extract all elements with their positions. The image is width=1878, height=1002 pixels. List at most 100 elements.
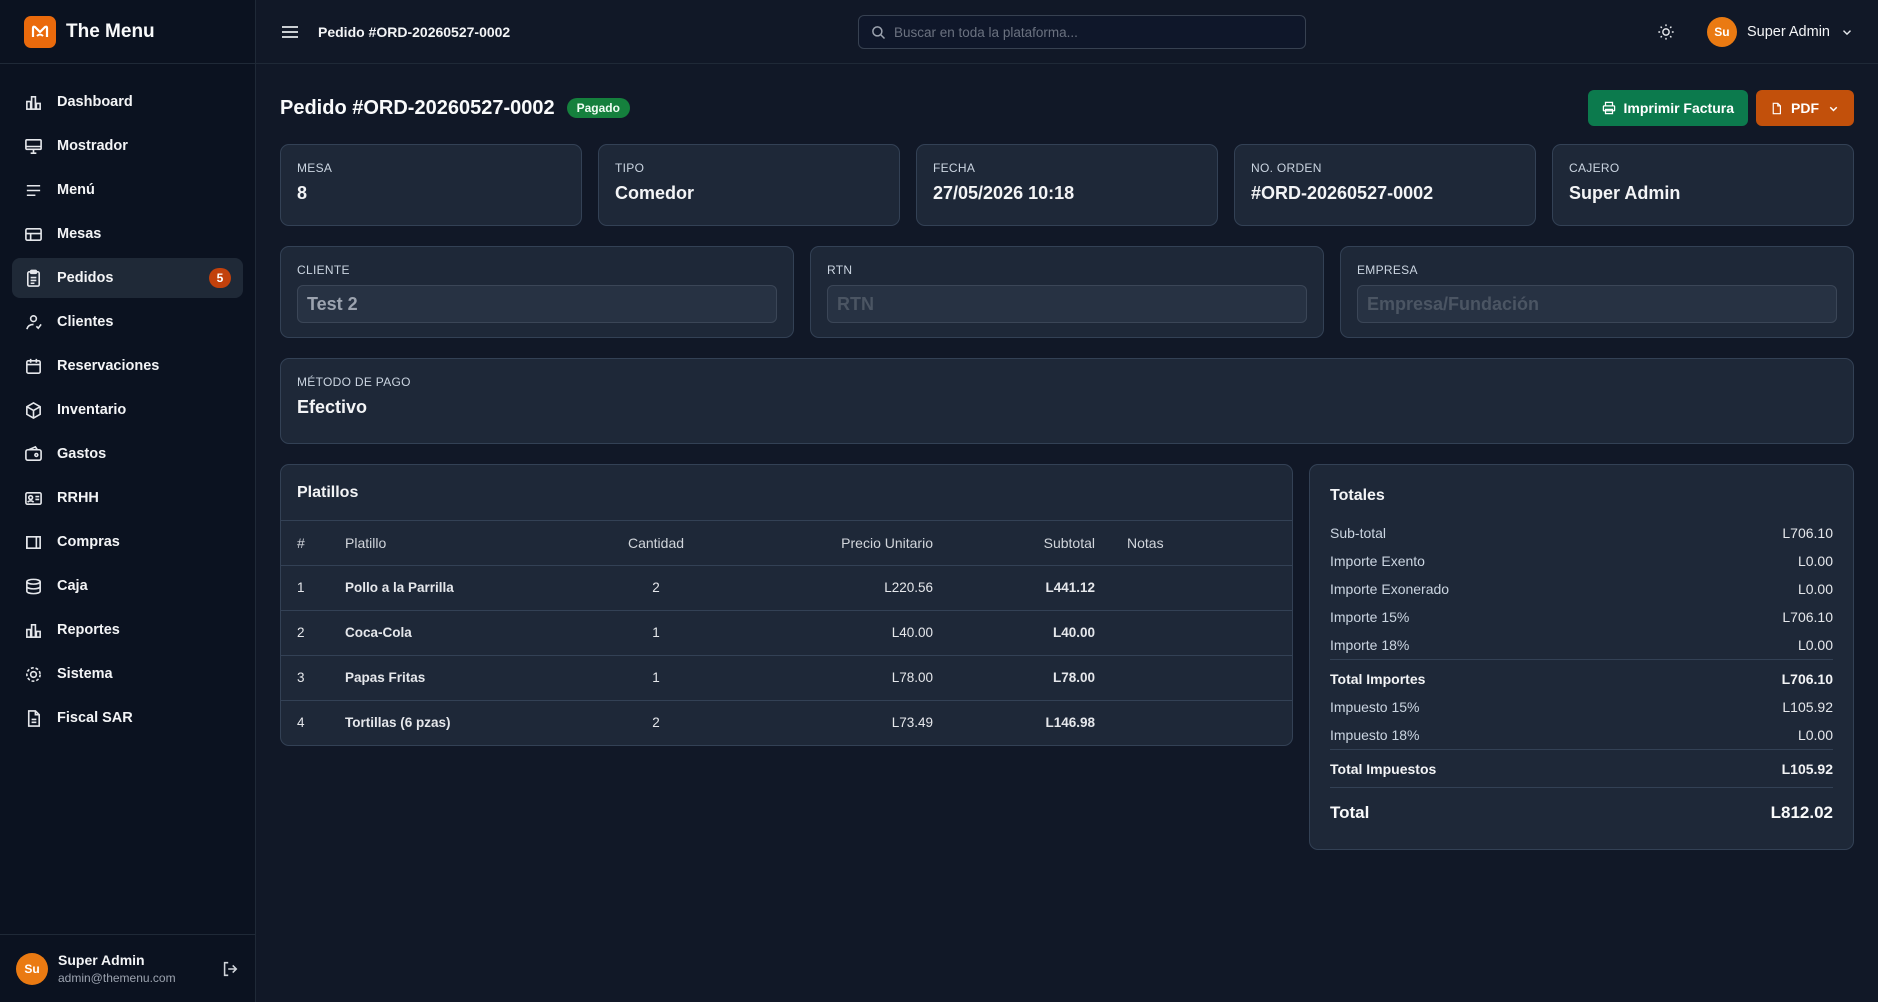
- logout-icon[interactable]: [221, 960, 239, 978]
- search-box[interactable]: [858, 15, 1306, 49]
- hamburger-menu-icon[interactable]: [280, 22, 300, 42]
- sidebar-item-label: Clientes: [57, 314, 114, 330]
- column-header: Cantidad: [595, 521, 717, 566]
- database-icon: [26, 578, 41, 594]
- dish-price: L40.00: [717, 610, 933, 656]
- totals-row-impuesto-18: Impuesto 18% L0.00: [1330, 721, 1833, 749]
- totals-row-exonerado: Importe Exonerado L0.00: [1330, 575, 1833, 603]
- dishes-title: Platillos: [281, 465, 1292, 521]
- dishes-card: Platillos # Platillo Cantidad Precio Uni…: [280, 464, 1293, 746]
- sidebar-item-gastos[interactable]: Gastos: [12, 434, 243, 474]
- sidebar-item-caja[interactable]: Caja: [12, 566, 243, 606]
- column-header: Subtotal: [933, 521, 1095, 566]
- totals-label: Importe 15%: [1330, 609, 1410, 625]
- cart-icon: [26, 535, 41, 549]
- totals-label: Total: [1330, 802, 1370, 822]
- column-header: Platillo: [345, 521, 595, 566]
- chevron-down-icon: [1829, 106, 1838, 111]
- info-value: 8: [297, 183, 308, 203]
- printer-icon: [1602, 101, 1615, 115]
- dish-notes: [1095, 700, 1292, 745]
- sidebar-item-label: Reportes: [57, 622, 120, 638]
- user-name: Super Admin: [1746, 23, 1830, 40]
- dish-subtotal: L146.98: [1045, 715, 1095, 731]
- rtn-card: RTN RTN: [810, 246, 1324, 338]
- empresa-card: EMPRESA Empresa/Fundación: [1340, 246, 1854, 338]
- totals-row-total-impuestos: Total Impuestos L105.92: [1330, 749, 1833, 783]
- sidebar: The Menu Dashboard Mostrador Menú Mesas …: [0, 0, 256, 1002]
- sidebar-item-label: Caja: [57, 578, 88, 594]
- users-icon: [26, 314, 42, 329]
- table-row: 4 Tortillas (6 pzas) 2 L73.49 L146.98: [281, 700, 1292, 745]
- totals-title: Totales: [1330, 487, 1385, 504]
- totals-label: Total Importes: [1330, 670, 1426, 687]
- column-header: #: [281, 521, 345, 566]
- field-label: EMPRESA: [1357, 263, 1418, 277]
- table-row: 2 Coca-Cola 1 L40.00 L40.00: [281, 610, 1292, 656]
- totals-row-total: Total L812.02: [1330, 787, 1833, 829]
- dish-name: Papas Fritas: [345, 655, 595, 701]
- pdf-dropdown-button[interactable]: PDF: [1756, 90, 1854, 126]
- sidebar-item-mesas[interactable]: Mesas: [12, 214, 243, 254]
- totals-value: L0.00: [1797, 581, 1833, 597]
- sidebar-item-pedidos[interactable]: Pedidos 5: [12, 258, 243, 298]
- search-input[interactable]: [894, 24, 1293, 40]
- sidebar-item-compras[interactable]: Compras: [12, 522, 243, 562]
- id-card-icon: [25, 491, 42, 505]
- totals-value: L0.00: [1797, 553, 1833, 569]
- sidebar-item-reportes[interactable]: Reportes: [12, 610, 243, 650]
- theme-toggle-icon[interactable]: [1657, 23, 1675, 41]
- totals-value: L105.92: [1782, 699, 1833, 715]
- monitor-icon: [25, 138, 42, 154]
- dish-price: L78.00: [717, 655, 933, 701]
- clipboard-icon: [26, 269, 41, 287]
- sidebar-item-rrhh[interactable]: RRHH: [12, 478, 243, 518]
- rtn-field[interactable]: RTN: [827, 285, 1307, 323]
- totals-value: L706.10: [1782, 525, 1833, 541]
- sidebar-item-label: Mostrador: [57, 138, 128, 154]
- info-label: MESA: [297, 161, 333, 175]
- print-invoice-button[interactable]: Imprimir Factura: [1587, 90, 1748, 126]
- totals-label: Importe Exento: [1330, 553, 1425, 569]
- sidebar-item-dashboard[interactable]: Dashboard: [12, 82, 243, 122]
- sidebar-item-label: Inventario: [57, 402, 127, 418]
- sidebar-item-fiscal-sar[interactable]: Fiscal SAR: [12, 698, 243, 738]
- totals-label: Sub-total: [1330, 525, 1387, 541]
- totals-row-exento: Importe Exento L0.00: [1330, 547, 1833, 575]
- totals-row-total-importes: Total Importes L706.10: [1330, 659, 1833, 693]
- row-number: 2: [281, 610, 345, 656]
- dish-subtotal: L78.00: [933, 655, 1095, 701]
- sidebar-item-menu[interactable]: Menú: [12, 170, 243, 210]
- wallet-icon: [25, 445, 42, 461]
- user-menu[interactable]: Su Super Admin: [1706, 16, 1854, 47]
- topbar: Pedido #ORD-20260527-0002 Su Super Admin: [256, 0, 1878, 64]
- sidebar-item-inventario[interactable]: Inventario: [12, 390, 243, 430]
- info-label: TIPO: [615, 161, 645, 175]
- sidebar-user: Su Super Admin admin@themenu.com: [0, 934, 255, 1002]
- brand[interactable]: The Menu: [0, 0, 255, 64]
- list-icon: [26, 184, 41, 196]
- empresa-field[interactable]: Empresa/Fundación: [1357, 285, 1837, 323]
- sidebar-item-sistema[interactable]: Sistema: [12, 654, 243, 694]
- sidebar-item-reservaciones[interactable]: Reservaciones: [12, 346, 243, 386]
- brand-name: The Menu: [66, 20, 155, 42]
- avatar: Su: [1706, 16, 1737, 47]
- sidebar-item-clientes[interactable]: Clientes: [12, 302, 243, 342]
- sidebar-item-label: Gastos: [57, 446, 107, 462]
- table-row: 3 Papas Fritas 1 L78.00 L78.00: [281, 655, 1292, 701]
- info-card-tipo: TIPO Comedor: [598, 144, 900, 226]
- info-card-orden: NO. ORDEN #ORD-20260527-0002: [1234, 144, 1536, 226]
- box-icon: [26, 401, 41, 419]
- dish-price: L73.49: [891, 715, 933, 731]
- totals-label: Impuesto 18%: [1330, 727, 1420, 743]
- count-badge: 5: [209, 268, 231, 288]
- sidebar-item-mostrador[interactable]: Mostrador: [12, 126, 243, 166]
- payment-value: Efectivo: [297, 397, 368, 417]
- sidebar-item-label: Reservaciones: [57, 358, 160, 374]
- info-value: #ORD-20260527-0002: [1251, 183, 1434, 203]
- info-card-mesa: MESA 8: [280, 144, 582, 226]
- dish-notes: [1095, 565, 1292, 611]
- cliente-field[interactable]: Test 2: [297, 285, 777, 323]
- sidebar-item-label: RRHH: [57, 490, 99, 506]
- bar-chart-icon: [26, 95, 41, 110]
